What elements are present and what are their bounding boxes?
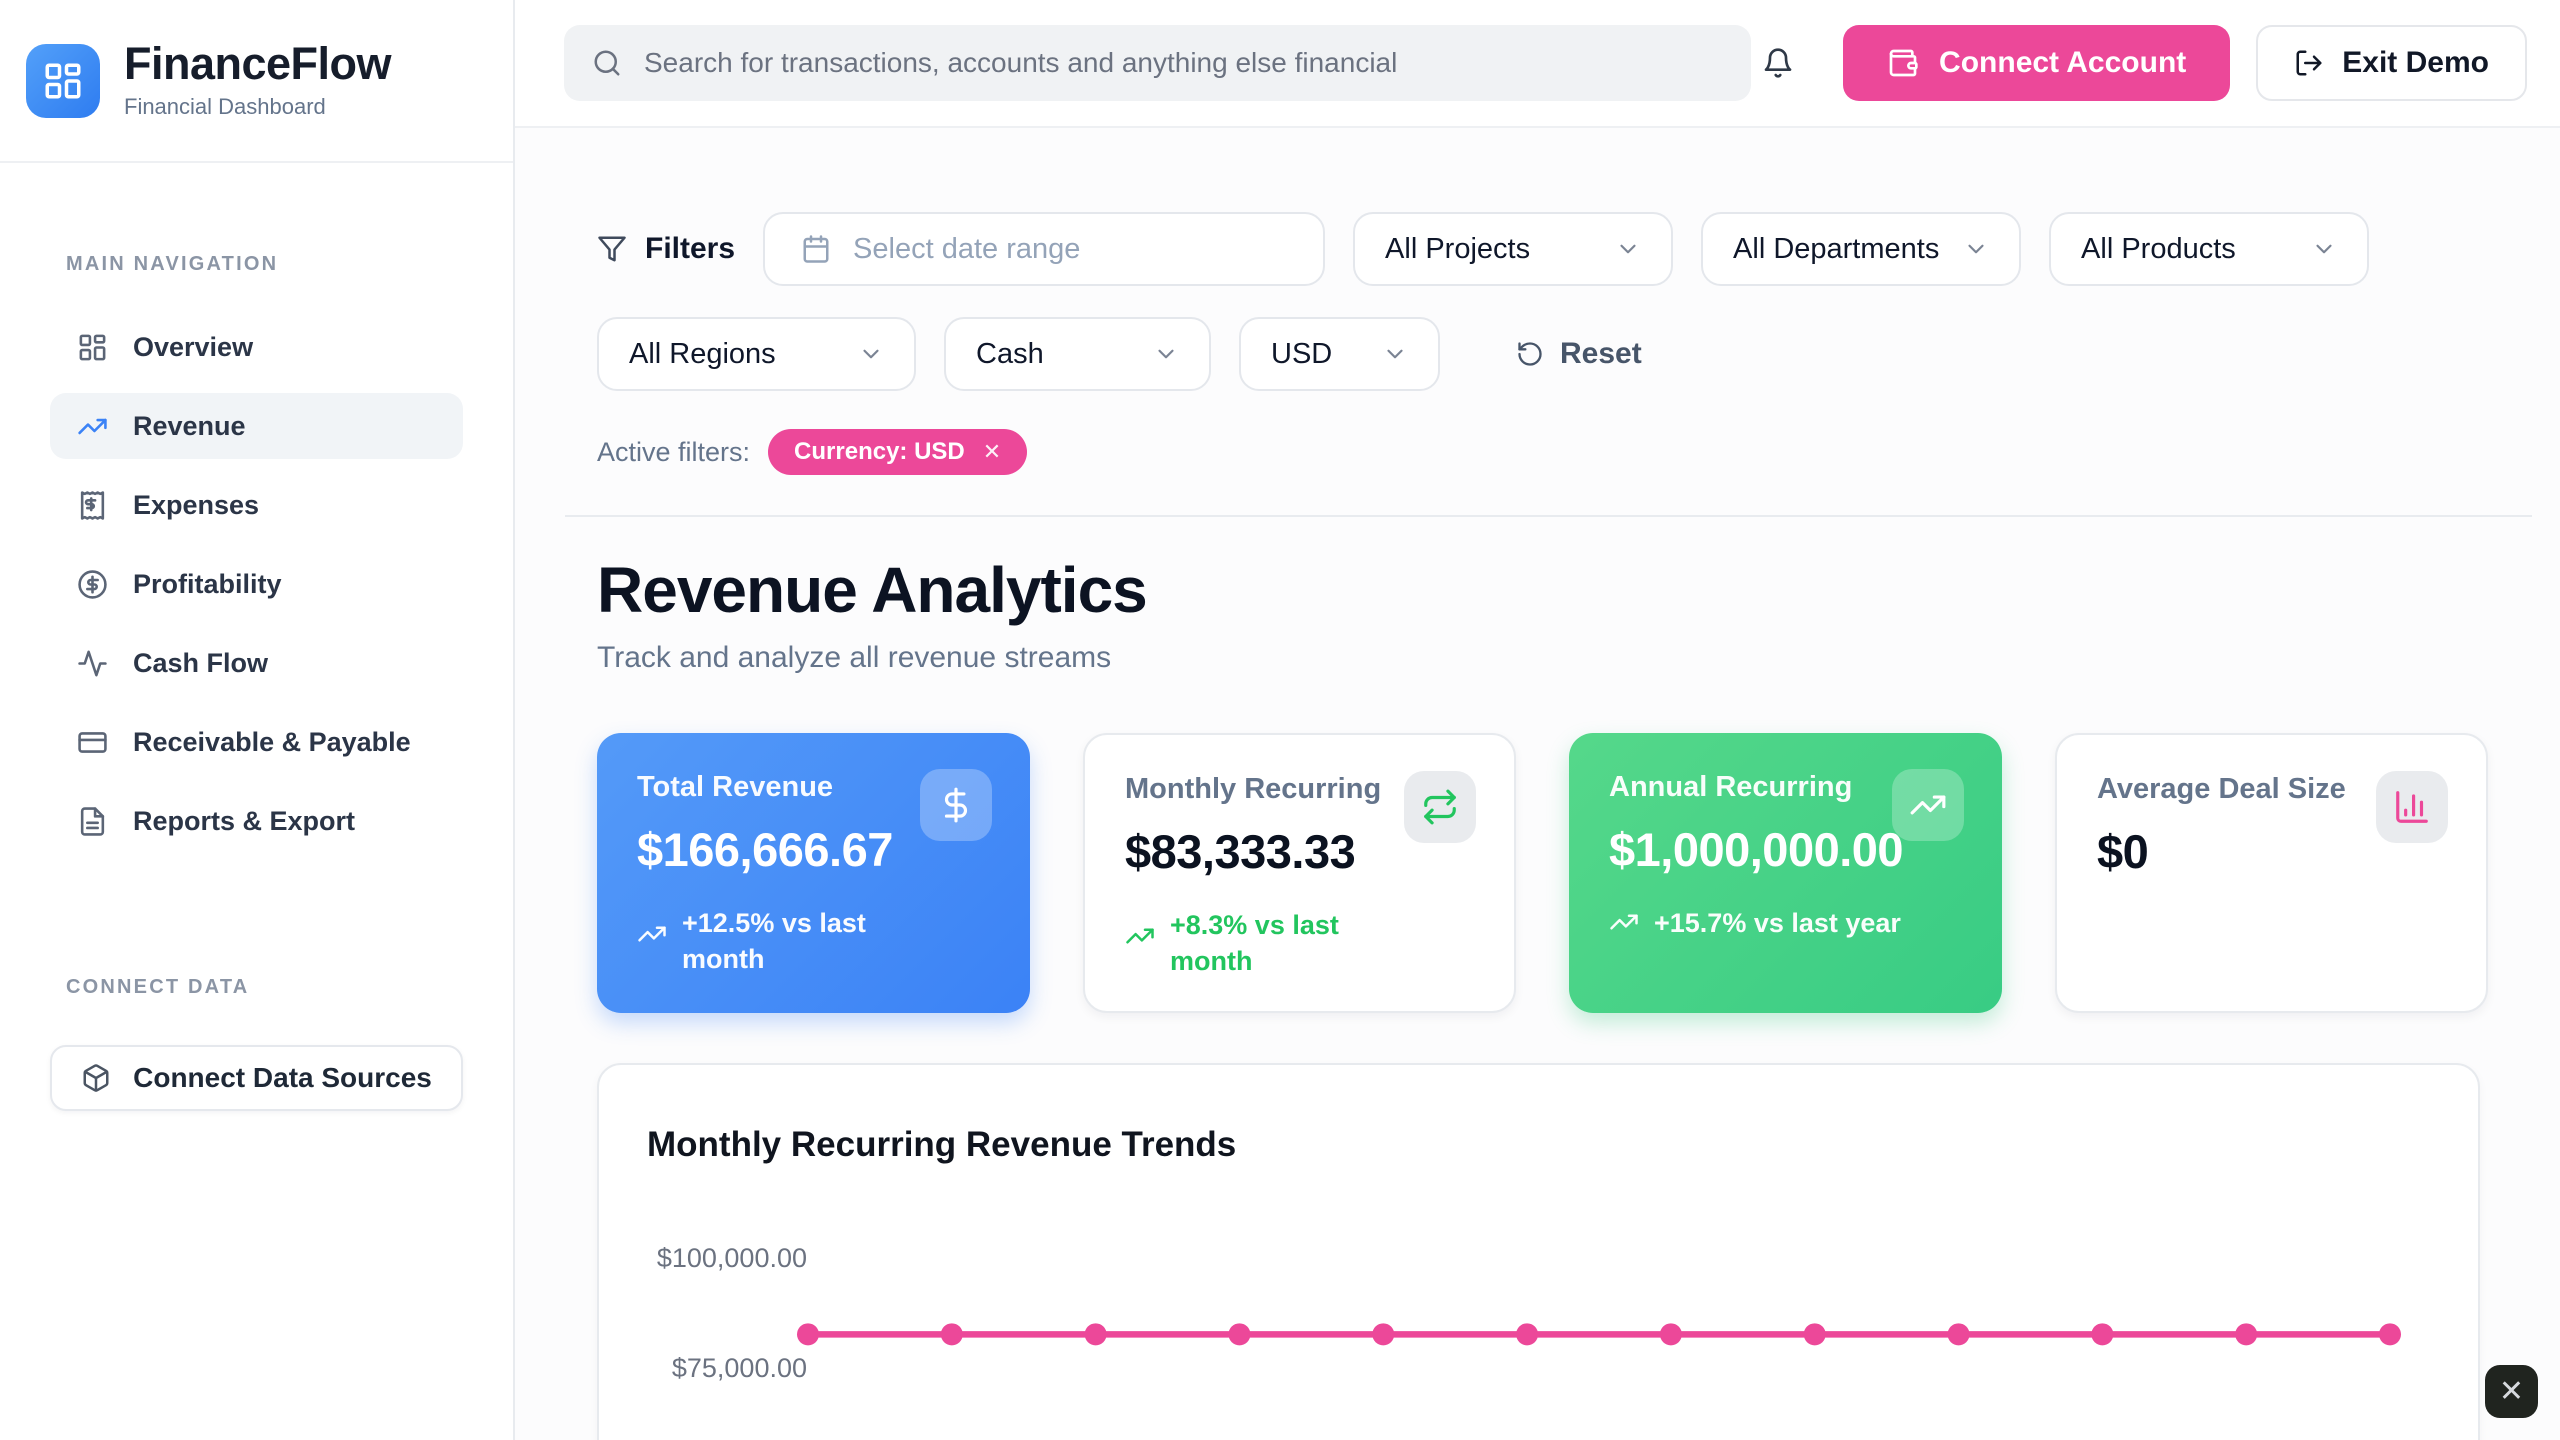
grid-icon <box>77 332 108 363</box>
sidebar-item-cash-flow[interactable]: Cash Flow <box>50 630 463 696</box>
metric-cards: Total Revenue $166,666.67 +12.5% vs last… <box>565 675 2532 1013</box>
currency-dropdown[interactable]: USD <box>1239 317 1440 391</box>
search-icon <box>592 48 622 78</box>
box-icon <box>81 1063 111 1093</box>
main-content: Filters Select date range All Projects A… <box>515 128 2560 1440</box>
date-range-input[interactable]: Select date range <box>763 212 1325 286</box>
notifications-button[interactable] <box>1762 47 1794 79</box>
connect-account-label: Connect Account <box>1939 46 2186 80</box>
date-range-placeholder: Select date range <box>853 233 1080 266</box>
exit-demo-label: Exit Demo <box>2342 46 2489 80</box>
sidebar-item-label: Expenses <box>133 490 259 521</box>
connect-account-button[interactable]: Connect Account <box>1843 25 2230 101</box>
badge-close-icon[interactable]: ✕ <box>983 439 1001 465</box>
sidebar-item-expenses[interactable]: Expenses <box>50 472 463 538</box>
sidebar-item-revenue[interactable]: Revenue <box>50 393 463 459</box>
wallet-icon <box>1887 47 1919 79</box>
connect-data-sources-label: Connect Data Sources <box>133 1062 432 1094</box>
credit-card-icon <box>77 727 108 758</box>
connect-data-sources-button[interactable]: Connect Data Sources <box>50 1045 463 1111</box>
repeat-icon <box>1404 771 1476 843</box>
connect-data-header: CONNECT DATA <box>0 976 513 999</box>
regions-dropdown[interactable]: All Regions <box>597 317 916 391</box>
sidebar-item-label: Revenue <box>133 411 246 442</box>
active-filters-row: Active filters: Currency: USD ✕ <box>597 429 2532 475</box>
search-bar <box>564 25 1751 101</box>
rotate-ccw-icon <box>1516 340 1544 368</box>
active-filters-label: Active filters: <box>597 437 750 468</box>
trending-up-icon <box>637 919 667 949</box>
metric-trend: +12.5% vs last month <box>637 905 990 978</box>
app-titles: FinanceFlow Financial Dashboard <box>124 41 391 120</box>
reset-filters-button[interactable]: Reset <box>1516 337 1642 371</box>
trending-up-icon <box>1609 907 1639 937</box>
chevron-down-icon <box>2311 236 2337 262</box>
departments-dropdown[interactable]: All Departments <box>1701 212 2021 286</box>
sidebar-header: FinanceFlow Financial Dashboard <box>0 0 513 163</box>
filters-title: Filters <box>597 232 735 266</box>
page-title: Revenue Analytics <box>597 553 2532 627</box>
sidebar-item-profitability[interactable]: Profitability <box>50 551 463 617</box>
sidebar-item-reports-export[interactable]: Reports & Export <box>50 788 463 854</box>
main-navigation-header: MAIN NAVIGATION <box>0 253 513 276</box>
bar-chart-icon <box>2376 771 2448 843</box>
topbar: Connect Account Exit Demo <box>515 0 2560 128</box>
sidebar-item-label: Profitability <box>133 569 282 600</box>
chevron-down-icon <box>1615 236 1641 262</box>
chevron-down-icon <box>1382 341 1408 367</box>
app-logo-icon <box>26 44 100 118</box>
filters-row-2: All Regions Cash USD Reset <box>597 317 2532 391</box>
main-navigation: Overview Revenue Expenses Profitability … <box>0 314 513 854</box>
total-revenue-card: Total Revenue $166,666.67 +12.5% vs last… <box>597 733 1030 1013</box>
dollar-circle-icon <box>77 569 108 600</box>
sidebar: FinanceFlow Financial Dashboard MAIN NAV… <box>0 0 515 1440</box>
annual-recurring-card: Annual Recurring $1,000,000.00 +15.7% vs… <box>1569 733 2002 1013</box>
mrr-line-plot <box>599 1065 2482 1440</box>
metric-trend: +8.3% vs last month <box>1125 907 1474 980</box>
chevron-down-icon <box>1153 341 1179 367</box>
activity-icon <box>77 648 108 679</box>
trending-up-icon <box>1125 921 1155 951</box>
metric-trend: +15.7% vs last year <box>1609 905 1962 941</box>
sidebar-item-label: Cash Flow <box>133 648 268 679</box>
receipt-icon <box>77 490 108 521</box>
projects-dropdown[interactable]: All Projects <box>1353 212 1673 286</box>
exit-demo-button[interactable]: Exit Demo <box>2256 25 2527 101</box>
mrr-trends-chart-card: Monthly Recurring Revenue Trends $100,00… <box>597 1063 2480 1440</box>
dollar-icon <box>920 769 992 841</box>
sidebar-item-overview[interactable]: Overview <box>50 314 463 380</box>
trending-up-icon <box>1892 769 1964 841</box>
file-text-icon <box>77 806 108 837</box>
floating-close-button[interactable]: ✕ <box>2485 1365 2538 1418</box>
filter-icon <box>597 234 627 264</box>
filters-section: Filters Select date range All Projects A… <box>565 128 2532 517</box>
log-out-icon <box>2294 48 2324 78</box>
products-dropdown[interactable]: All Products <box>2049 212 2369 286</box>
search-input[interactable] <box>642 46 1723 80</box>
bell-icon <box>1762 47 1794 79</box>
page-header: Revenue Analytics Track and analyze all … <box>565 517 2532 675</box>
sidebar-item-label: Overview <box>133 332 253 363</box>
sidebar-item-label: Reports & Export <box>133 806 355 837</box>
accounting-basis-dropdown[interactable]: Cash <box>944 317 1211 391</box>
calendar-icon <box>801 234 831 264</box>
currency-filter-badge[interactable]: Currency: USD ✕ <box>768 429 1027 475</box>
app-tagline: Financial Dashboard <box>124 94 391 120</box>
trending-up-icon <box>77 411 108 442</box>
app-name: FinanceFlow <box>124 41 391 87</box>
close-icon: ✕ <box>2499 1374 2524 1409</box>
main-column: Connect Account Exit Demo Filters Select… <box>515 0 2560 1440</box>
monthly-recurring-card: Monthly Recurring $83,333.33 +8.3% vs la… <box>1083 733 1516 1013</box>
average-deal-size-card: Average Deal Size $0 <box>2055 733 2488 1013</box>
sidebar-item-receivable-payable[interactable]: Receivable & Payable <box>50 709 463 775</box>
sidebar-item-label: Receivable & Payable <box>133 727 411 758</box>
chevron-down-icon <box>858 341 884 367</box>
page-subtitle: Track and analyze all revenue streams <box>597 641 2532 675</box>
chevron-down-icon <box>1963 236 1989 262</box>
filters-row-1: Filters Select date range All Projects A… <box>597 212 2532 286</box>
